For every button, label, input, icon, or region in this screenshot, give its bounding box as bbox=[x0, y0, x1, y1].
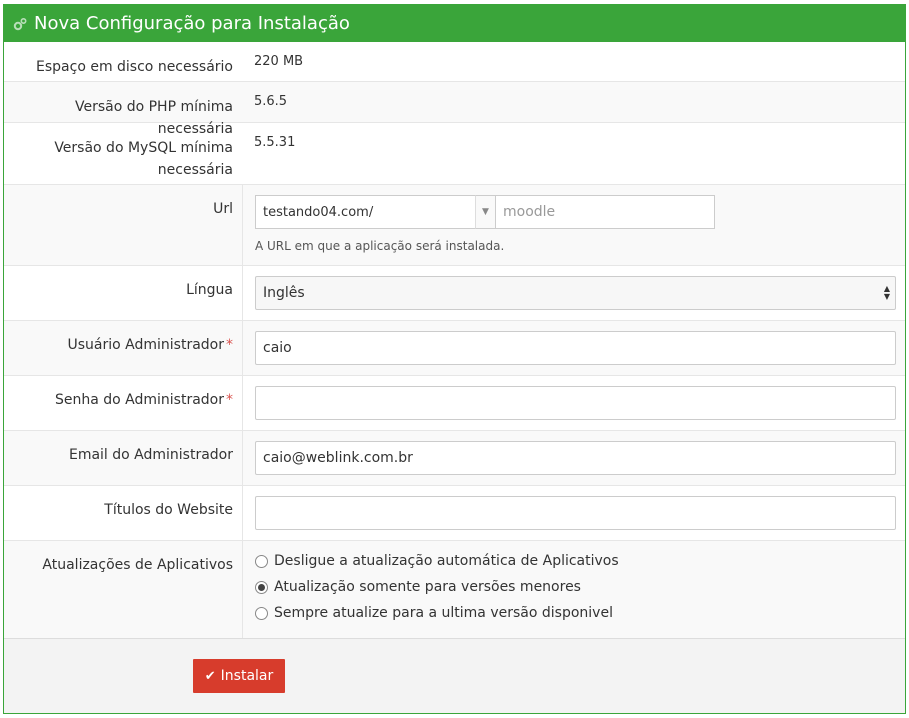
updates-row: Atualizações de Aplicativos Desligue a a… bbox=[4, 541, 905, 639]
site-title-input[interactable] bbox=[255, 496, 896, 530]
admin-email-input[interactable]: caio@weblink.com.br bbox=[255, 441, 896, 475]
update-option-disable[interactable]: Desligue a atualização automática de Apl… bbox=[255, 548, 896, 574]
form-footer: ✔ Instalar bbox=[4, 638, 905, 713]
language-select[interactable]: Inglês ▲ ▼ bbox=[255, 276, 896, 310]
update-option-label: Atualização somente para versões menores bbox=[274, 579, 581, 595]
select-arrows-icon: ▲ ▼ bbox=[883, 284, 890, 301]
url-help-text: A URL em que a aplicação será instalada. bbox=[255, 239, 505, 253]
mysql-version-label: Versão do MySQL mínima necessária bbox=[54, 140, 233, 178]
required-mark: * bbox=[226, 392, 233, 408]
site-title-row: Títulos do Website bbox=[4, 486, 905, 541]
language-select-value: Inglês bbox=[263, 285, 305, 301]
php-version-label: Versão do PHP mínima necessária bbox=[74, 99, 233, 137]
radio-button[interactable] bbox=[255, 554, 268, 568]
admin-password-label-wrap: Senha do Administrador * bbox=[4, 376, 242, 430]
radio-button[interactable] bbox=[255, 606, 268, 620]
install-path-placeholder: moodle bbox=[503, 204, 556, 220]
admin-password-label: Senha do Administrador bbox=[54, 392, 224, 408]
domain-select-value: testando04.com/ bbox=[263, 204, 374, 220]
mysql-version-row: Versão do MySQL mínima necessária 5.5.31 bbox=[4, 123, 905, 185]
install-path-input[interactable]: moodle bbox=[495, 195, 715, 229]
url-input-group: testando04.com/ ▼ moodle bbox=[255, 195, 896, 229]
admin-email-label: Email do Administrador bbox=[68, 447, 233, 463]
language-row: Língua Inglês ▲ ▼ bbox=[4, 266, 905, 321]
update-option-label: Desligue a atualização automática de Apl… bbox=[274, 553, 619, 569]
update-option-latest[interactable]: Sempre atualize para a ultima versão dis… bbox=[255, 600, 896, 626]
panel-header: Nova Configuração para Instalação bbox=[4, 5, 905, 42]
php-version-row: Versão do PHP mínima necessária 5.6.5 bbox=[4, 82, 905, 137]
page-title: Nova Configuração para Instalação bbox=[34, 13, 350, 34]
radio-button-checked[interactable] bbox=[255, 580, 268, 594]
install-button-label: Instalar bbox=[220, 668, 274, 684]
language-label: Língua bbox=[186, 282, 233, 298]
admin-user-value: caio bbox=[263, 340, 292, 356]
install-button[interactable]: ✔ Instalar bbox=[193, 659, 285, 693]
admin-user-label: Usuário Administrador bbox=[67, 337, 225, 353]
mysql-version-value: 5.5.31 bbox=[254, 135, 296, 150]
installation-panel: Nova Configuração para Instalação Espaço… bbox=[3, 4, 906, 714]
update-option-label: Sempre atualize para a ultima versão dis… bbox=[274, 605, 613, 621]
update-option-minor[interactable]: Atualização somente para versões menores bbox=[255, 574, 896, 600]
admin-user-row: Usuário Administrador * caio bbox=[4, 321, 905, 376]
admin-email-row: Email do Administrador caio@weblink.com.… bbox=[4, 431, 905, 486]
site-title-label: Títulos do Website bbox=[104, 502, 233, 518]
updates-label: Atualizações de Aplicativos bbox=[42, 557, 233, 573]
admin-user-input[interactable]: caio bbox=[255, 331, 896, 365]
url-label: Url bbox=[213, 201, 233, 217]
admin-password-input[interactable] bbox=[255, 386, 896, 420]
check-icon: ✔ bbox=[204, 668, 216, 684]
domain-select[interactable]: testando04.com/ bbox=[255, 195, 475, 229]
php-version-value: 5.6.5 bbox=[254, 94, 288, 109]
disk-space-label: Espaço em disco necessário bbox=[36, 59, 233, 75]
gears-icon bbox=[12, 16, 28, 32]
required-mark: * bbox=[226, 337, 233, 353]
admin-password-row: Senha do Administrador * bbox=[4, 376, 905, 431]
disk-space-value: 220 MB bbox=[254, 54, 304, 69]
admin-user-label-wrap: Usuário Administrador * bbox=[4, 321, 242, 375]
url-row: Url testando04.com/ ▼ moodle A URL em qu… bbox=[4, 185, 905, 266]
admin-email-value: caio@weblink.com.br bbox=[263, 450, 413, 466]
caret-down-icon[interactable]: ▼ bbox=[475, 195, 495, 229]
disk-space-row: Espaço em disco necessário 220 MB bbox=[4, 42, 905, 82]
